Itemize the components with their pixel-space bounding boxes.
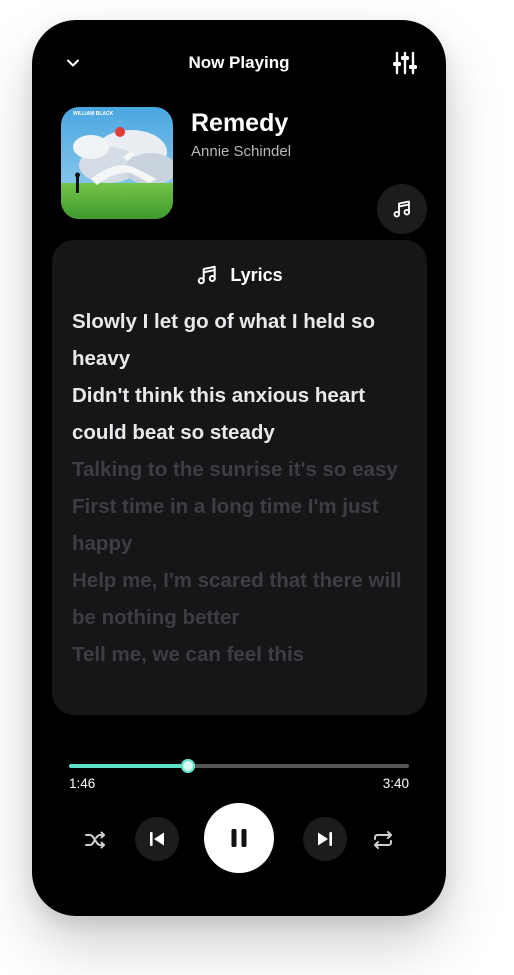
- lyrics-toggle-button[interactable]: [377, 184, 427, 234]
- lyrics-text: Slowly I let go of what I held so heavy …: [72, 303, 405, 673]
- equalizer-button[interactable]: [390, 48, 420, 78]
- lyric-line-active[interactable]: Slowly I let go of what I held so heavy: [72, 303, 405, 377]
- skip-next-icon: [318, 832, 332, 846]
- play-pause-button[interactable]: [204, 803, 274, 873]
- track-title: Remedy: [191, 109, 289, 137]
- music-note-icon: [393, 200, 410, 218]
- repeat-icon: [374, 831, 392, 849]
- lyric-line-active[interactable]: Didn't think this anxious heart could be…: [72, 377, 405, 451]
- header: Now Playing: [32, 20, 446, 106]
- now-playing-screen: Now Playing WILLIAM BLACK Remedy Annie S…: [32, 20, 446, 916]
- shuffle-button[interactable]: [80, 825, 110, 855]
- skip-previous-icon: [150, 832, 164, 846]
- elapsed-time: 1:46: [69, 776, 96, 791]
- page-title: Now Playing: [188, 53, 290, 72]
- progress-handle[interactable]: [181, 759, 195, 773]
- lyrics-label: Lyrics: [230, 264, 283, 285]
- lyric-line-upcoming[interactable]: First time in a long time I'm just happy: [72, 488, 405, 562]
- previous-track-button[interactable]: [135, 817, 179, 861]
- lyric-line-upcoming[interactable]: Talking to the sunrise it's so easy: [72, 451, 405, 488]
- lyrics-header: Lyrics: [52, 262, 427, 288]
- track-artist[interactable]: Annie Schindel: [191, 143, 291, 160]
- album-art-text: WILLIAM BLACK: [73, 111, 114, 117]
- pause-icon: [231, 829, 247, 847]
- total-duration: 3:40: [382, 776, 409, 791]
- next-track-button[interactable]: [303, 817, 347, 861]
- shuffle-icon: [85, 831, 105, 849]
- lyrics-panel[interactable]: Lyrics Slowly I let go of what I held so…: [52, 240, 427, 715]
- album-art: WILLIAM BLACK: [61, 107, 173, 219]
- repeat-button[interactable]: [368, 825, 398, 855]
- progress-fill: [69, 764, 188, 768]
- lyric-line-upcoming[interactable]: Tell me, we can feel this: [72, 636, 405, 673]
- equalizer-icon: [393, 51, 417, 75]
- lyric-line-upcoming[interactable]: Help me, I'm scared that there will be n…: [72, 562, 405, 636]
- music-note-icon: [198, 265, 217, 285]
- progress-bar[interactable]: [69, 759, 409, 773]
